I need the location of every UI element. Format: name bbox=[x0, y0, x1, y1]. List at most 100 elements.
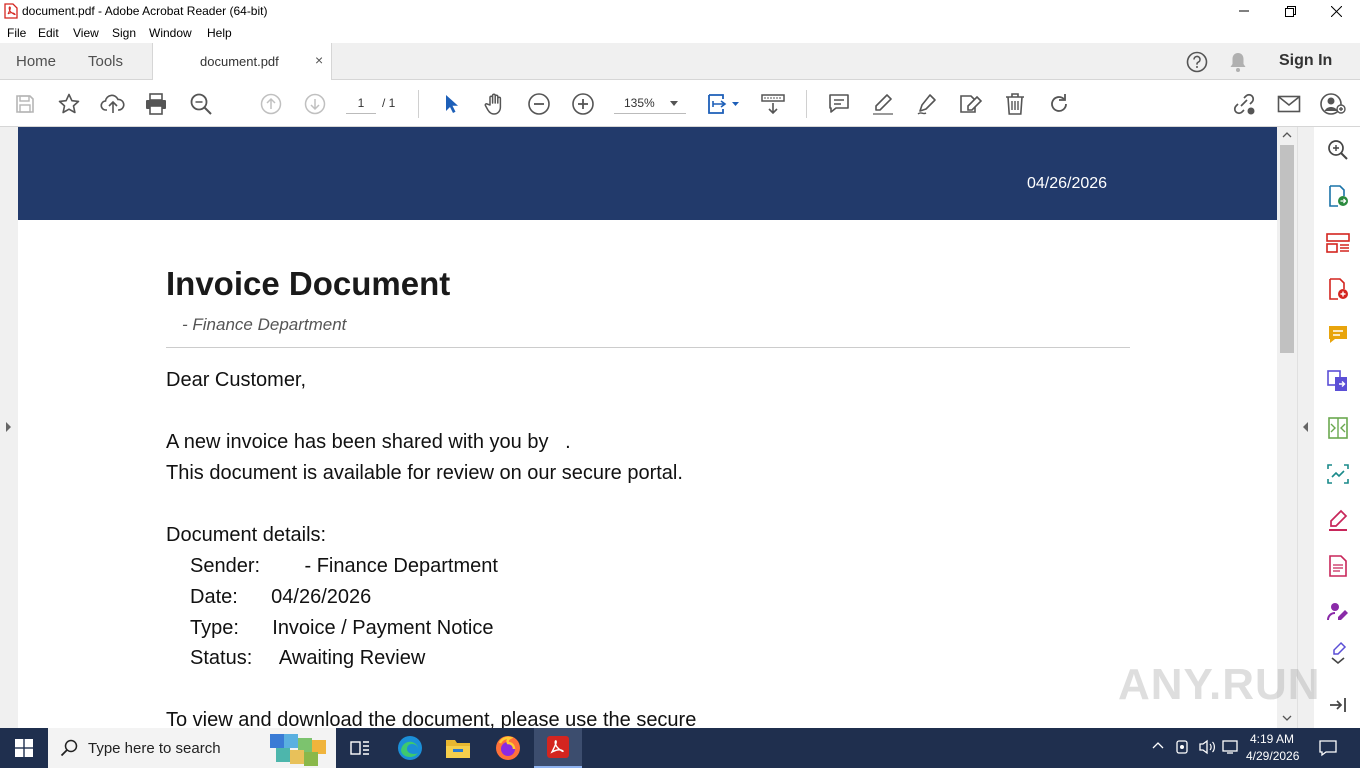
tab-bar: Home Tools document.pdf × Sign In bbox=[0, 43, 1360, 80]
minimize-button[interactable] bbox=[1221, 0, 1267, 22]
hand-icon[interactable] bbox=[482, 91, 508, 117]
clock-time[interactable]: 4:19 AM bbox=[1250, 732, 1294, 746]
vertical-scrollbar[interactable] bbox=[1277, 127, 1297, 728]
more-tools-icon[interactable] bbox=[1325, 641, 1351, 667]
tab-document-label: document.pdf bbox=[200, 54, 279, 69]
save-icon[interactable] bbox=[12, 91, 38, 117]
greeting-text: Dear Customer, bbox=[166, 369, 307, 391]
edit-sign-icon[interactable] bbox=[1325, 507, 1351, 533]
body-paragraph: To view and download the document, pleas… bbox=[166, 709, 697, 728]
help-icon[interactable] bbox=[1186, 51, 1208, 73]
draw-icon[interactable] bbox=[914, 91, 940, 117]
comment-tool-icon[interactable] bbox=[1325, 322, 1351, 348]
zoom-level-value: 135% bbox=[624, 96, 655, 110]
page-number-input[interactable]: 1 bbox=[346, 92, 376, 114]
right-pane-toggle[interactable] bbox=[1298, 127, 1314, 728]
close-tab-icon[interactable]: × bbox=[315, 52, 323, 68]
document-title: Invoice Document bbox=[166, 265, 451, 302]
taskbar: Type here to search 4:19 AM 4/29/2026 bbox=[0, 728, 1360, 768]
search-highlight-puzzle-icon bbox=[270, 734, 326, 766]
scrollbar-thumb[interactable] bbox=[1280, 145, 1294, 353]
title-bar: document.pdf - Adobe Acrobat Reader (64-… bbox=[0, 0, 1360, 22]
scan-ocr-icon[interactable] bbox=[1325, 461, 1351, 487]
search-placeholder: Type here to search bbox=[88, 740, 221, 757]
page-fit-icon[interactable] bbox=[704, 91, 742, 117]
body-paragraph: This document is available for review on… bbox=[166, 462, 683, 484]
acrobat-taskbar-icon[interactable] bbox=[534, 728, 582, 768]
export-pdf-icon[interactable] bbox=[1325, 183, 1351, 209]
task-view-icon[interactable] bbox=[336, 728, 384, 768]
print-icon[interactable] bbox=[143, 91, 169, 117]
email-icon[interactable] bbox=[1276, 91, 1302, 117]
scroll-down-icon[interactable] bbox=[1282, 715, 1292, 722]
banner-date: 04/26/2026 bbox=[1027, 175, 1108, 192]
firefox-icon[interactable] bbox=[484, 728, 532, 768]
file-explorer-icon[interactable] bbox=[434, 728, 482, 768]
menu-bar: File Edit View Sign Window Help bbox=[0, 22, 1360, 43]
windows-start-icon[interactable] bbox=[0, 728, 48, 768]
volume-icon[interactable] bbox=[1198, 739, 1216, 755]
combine-files-icon[interactable] bbox=[1325, 368, 1351, 394]
menu-file[interactable]: File bbox=[7, 26, 26, 40]
right-tools-pane bbox=[1297, 127, 1360, 728]
share-link-icon[interactable] bbox=[1231, 91, 1257, 117]
page-total: / 1 bbox=[382, 96, 396, 110]
prev-page-icon[interactable] bbox=[258, 91, 284, 117]
detail-date: Date: 04/26/2026 bbox=[190, 586, 372, 608]
search-zoom-icon[interactable] bbox=[188, 91, 214, 117]
comment-icon[interactable] bbox=[826, 91, 852, 117]
account-icon[interactable] bbox=[1320, 91, 1346, 117]
show-hidden-icons-chevron[interactable] bbox=[1152, 740, 1164, 752]
next-page-icon[interactable] bbox=[302, 91, 328, 117]
zoom-out-icon[interactable] bbox=[526, 91, 552, 117]
fill-form-icon[interactable] bbox=[1325, 553, 1351, 579]
collapse-pane-icon[interactable] bbox=[1325, 692, 1351, 718]
taskbar-search-box[interactable]: Type here to search bbox=[48, 728, 336, 768]
edge-browser-icon[interactable] bbox=[386, 728, 434, 768]
tab-home[interactable]: Home bbox=[16, 53, 56, 70]
details-heading: Document details: bbox=[166, 524, 327, 546]
create-pdf-icon[interactable] bbox=[1325, 276, 1351, 302]
read-mode-icon[interactable] bbox=[760, 91, 786, 117]
sign-in-button[interactable]: Sign In bbox=[1279, 52, 1332, 70]
organize-pages-icon[interactable] bbox=[1325, 230, 1351, 256]
maximize-button[interactable] bbox=[1267, 0, 1313, 22]
zoom-level-select[interactable]: 135% bbox=[614, 92, 686, 114]
menu-view[interactable]: View bbox=[73, 26, 99, 40]
left-panel-toggle[interactable] bbox=[0, 127, 18, 728]
notification-center-icon[interactable] bbox=[1318, 739, 1338, 757]
menu-window[interactable]: Window bbox=[149, 26, 192, 40]
network-meet-icon[interactable] bbox=[1174, 739, 1192, 755]
search-tool-icon[interactable] bbox=[1325, 137, 1351, 163]
window-title: document.pdf - Adobe Acrobat Reader (64-… bbox=[22, 4, 268, 18]
menu-sign[interactable]: Sign bbox=[112, 26, 136, 40]
star-icon[interactable] bbox=[56, 91, 82, 117]
toolbar: 1 / 1 135% bbox=[0, 80, 1360, 127]
upload-icon[interactable] bbox=[100, 91, 126, 117]
detail-type: Type: Invoice / Payment Notice bbox=[190, 617, 494, 639]
network-icon[interactable] bbox=[1222, 739, 1240, 755]
divider bbox=[166, 347, 1130, 348]
scroll-up-icon[interactable] bbox=[1282, 131, 1292, 138]
tab-document[interactable]: document.pdf × bbox=[152, 43, 332, 80]
detail-status: Status: Awaiting Review bbox=[190, 647, 426, 669]
delete-icon[interactable] bbox=[1002, 91, 1028, 117]
menu-help[interactable]: Help bbox=[207, 26, 232, 40]
acrobat-pdf-icon bbox=[4, 3, 18, 19]
close-window-button[interactable] bbox=[1313, 0, 1359, 22]
menu-edit[interactable]: Edit bbox=[38, 26, 59, 40]
highlight-icon[interactable] bbox=[870, 91, 896, 117]
request-signature-icon[interactable] bbox=[1325, 599, 1351, 625]
notifications-bell-icon[interactable] bbox=[1228, 51, 1248, 73]
zoom-in-icon[interactable] bbox=[570, 91, 596, 117]
document-subtitle: - Finance Department bbox=[182, 315, 347, 334]
tab-tools[interactable]: Tools bbox=[88, 53, 123, 70]
clock-date[interactable]: 4/29/2026 bbox=[1246, 749, 1299, 763]
fill-sign-icon[interactable] bbox=[958, 91, 984, 117]
select-cursor-icon[interactable] bbox=[438, 91, 464, 117]
chevron-down-icon bbox=[670, 101, 678, 106]
rotate-icon[interactable] bbox=[1046, 91, 1072, 117]
compress-pdf-icon[interactable] bbox=[1325, 415, 1351, 441]
collapse-right-icon bbox=[1303, 422, 1308, 432]
document-viewer[interactable]: 04/26/2026 Invoice Document - Finance De… bbox=[18, 127, 1277, 728]
